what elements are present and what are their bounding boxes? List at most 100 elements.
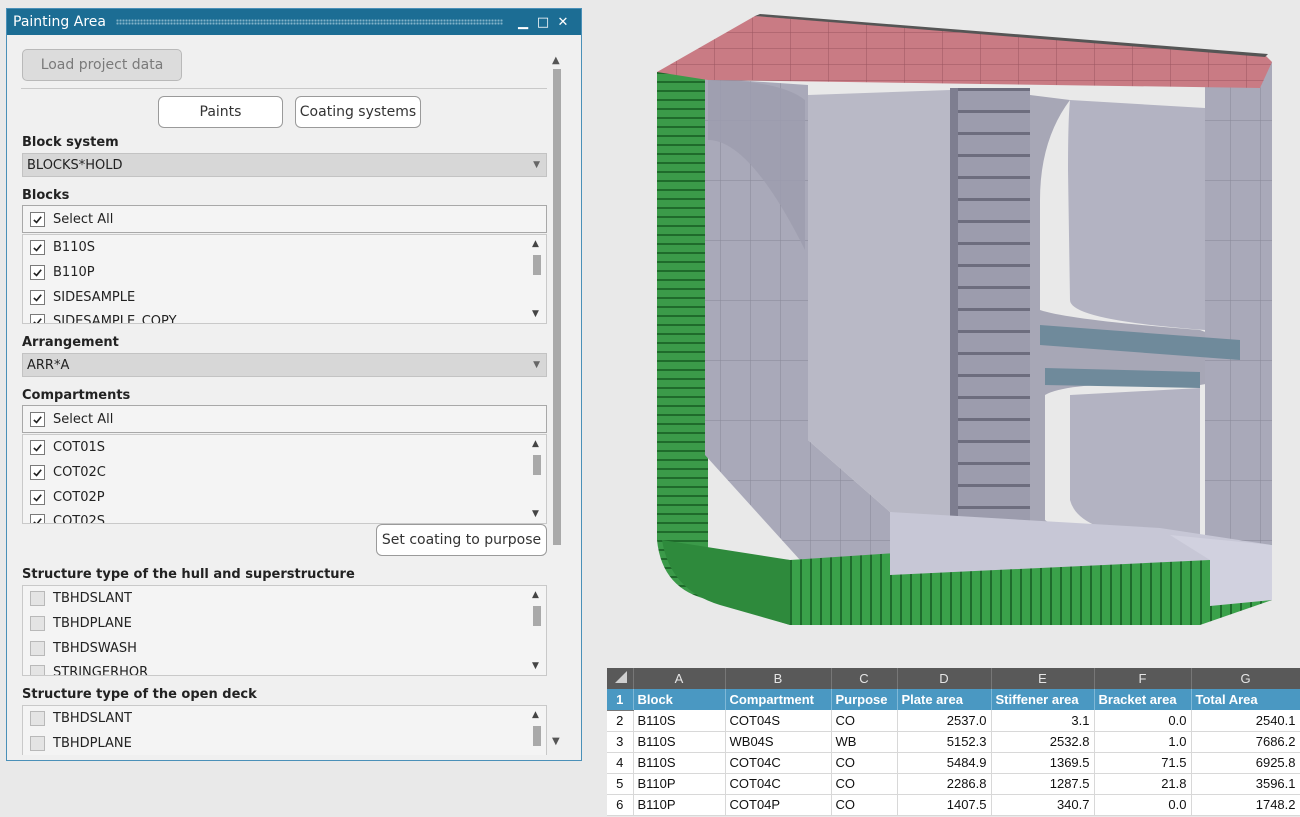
checkbox-icon[interactable] xyxy=(30,591,45,606)
cell[interactable]: CO xyxy=(831,794,898,816)
cell[interactable]: 2286.8 xyxy=(897,773,992,795)
header-cell[interactable]: Block xyxy=(633,689,726,710)
cell[interactable]: 7686.2 xyxy=(1191,731,1300,753)
close-icon[interactable]: ✕ xyxy=(553,15,573,30)
cell[interactable]: 3.1 xyxy=(991,710,1095,732)
list-item[interactable]: TBHDSWASH xyxy=(23,636,546,661)
list-item[interactable]: COT02P xyxy=(23,485,546,510)
cell[interactable]: CO xyxy=(831,752,898,774)
column-header[interactable]: F xyxy=(1094,668,1192,689)
scroll-down-icon[interactable]: ▼ xyxy=(552,736,560,747)
row-number[interactable]: 2 xyxy=(607,710,634,732)
cell[interactable]: 5484.9 xyxy=(897,752,992,774)
cell[interactable]: B110P xyxy=(633,773,726,795)
cell[interactable]: 1407.5 xyxy=(897,794,992,816)
cell[interactable]: WB xyxy=(831,731,898,753)
checkbox-checked-icon[interactable] xyxy=(30,265,45,280)
paints-button[interactable]: Paints xyxy=(158,96,283,128)
list-item[interactable]: SIDESAMPLE_COPY xyxy=(23,310,546,323)
select-all-corner[interactable] xyxy=(607,668,634,689)
column-header[interactable]: D xyxy=(897,668,992,689)
drag-grip[interactable] xyxy=(115,19,503,25)
header-cell[interactable]: Plate area xyxy=(897,689,992,710)
scroll-down-icon[interactable]: ▼ xyxy=(532,309,539,319)
maximize-icon[interactable]: □ xyxy=(533,15,553,30)
header-cell[interactable]: Total Area xyxy=(1191,689,1300,710)
row-number[interactable]: 6 xyxy=(607,794,634,816)
checkbox-icon[interactable] xyxy=(30,641,45,656)
compartments-select-all[interactable]: Select All xyxy=(22,405,547,433)
column-header[interactable]: G xyxy=(1191,668,1300,689)
checkbox-checked-icon[interactable] xyxy=(30,290,45,305)
column-header[interactable]: E xyxy=(991,668,1095,689)
column-header[interactable]: A xyxy=(633,668,726,689)
cell[interactable]: COT04C xyxy=(725,752,832,774)
column-header[interactable]: B xyxy=(725,668,832,689)
cell[interactable]: 2532.8 xyxy=(991,731,1095,753)
coating-systems-button[interactable]: Coating systems xyxy=(295,96,421,128)
header-cell[interactable]: Purpose xyxy=(831,689,898,710)
cell[interactable]: B110P xyxy=(633,794,726,816)
checkbox-checked-icon[interactable] xyxy=(30,440,45,455)
scroll-up-icon[interactable]: ▲ xyxy=(532,710,539,720)
scroll-down-icon[interactable]: ▼ xyxy=(532,509,539,519)
cell[interactable]: B110S xyxy=(633,752,726,774)
list-item[interactable]: TBHDSLANT xyxy=(23,586,546,611)
checkbox-checked-icon[interactable] xyxy=(30,465,45,480)
scrollbar-thumb[interactable] xyxy=(533,455,541,475)
checkbox-icon[interactable] xyxy=(30,736,45,751)
cell[interactable]: COT04P xyxy=(725,794,832,816)
cell[interactable]: 0.0 xyxy=(1094,710,1192,732)
list-scrollbar[interactable]: ▲ ▼ xyxy=(530,586,544,675)
cell[interactable]: 2540.1 xyxy=(1191,710,1300,732)
scroll-up-icon[interactable]: ▲ xyxy=(552,55,560,66)
cell[interactable]: 1748.2 xyxy=(1191,794,1300,816)
scroll-down-icon[interactable]: ▼ xyxy=(532,661,539,671)
cell[interactable]: 2537.0 xyxy=(897,710,992,732)
scrollbar-thumb[interactable] xyxy=(533,606,541,626)
load-project-data-button[interactable]: Load project data xyxy=(22,49,182,81)
scrollbar-thumb[interactable] xyxy=(553,69,561,545)
scrollbar-thumb[interactable] xyxy=(533,726,541,746)
list-item[interactable]: TBHDPLANE xyxy=(23,731,546,755)
row-number[interactable]: 3 xyxy=(607,731,634,753)
cell[interactable]: 1.0 xyxy=(1094,731,1192,753)
list-item[interactable]: COT02C xyxy=(23,460,546,485)
blocks-select-all[interactable]: Select All xyxy=(22,205,547,233)
scroll-up-icon[interactable]: ▲ xyxy=(532,239,539,249)
list-item[interactable]: SIDESAMPLE xyxy=(23,285,546,310)
cell[interactable]: B110S xyxy=(633,710,726,732)
list-scrollbar[interactable]: ▲ ▼ xyxy=(530,435,544,523)
row-number[interactable]: 1 xyxy=(607,689,634,711)
list-item[interactable]: COT01S xyxy=(23,435,546,460)
list-scrollbar[interactable]: ▲ xyxy=(530,706,544,755)
list-item[interactable]: B110P xyxy=(23,260,546,285)
cell[interactable]: CO xyxy=(831,773,898,795)
cell[interactable]: 0.0 xyxy=(1094,794,1192,816)
cell[interactable]: COT04C xyxy=(725,773,832,795)
scroll-up-icon[interactable]: ▲ xyxy=(532,590,539,600)
checkbox-checked-icon[interactable] xyxy=(30,211,45,227)
checkbox-icon[interactable] xyxy=(30,711,45,726)
header-cell[interactable]: Compartment xyxy=(725,689,832,710)
cell[interactable]: 6925.8 xyxy=(1191,752,1300,774)
cell[interactable]: COT04S xyxy=(725,710,832,732)
list-item[interactable]: TBHDSLANT xyxy=(23,706,546,731)
cell[interactable]: 3596.1 xyxy=(1191,773,1300,795)
minimize-icon[interactable]: ▁ xyxy=(513,15,533,30)
cell[interactable]: WB04S xyxy=(725,731,832,753)
cell[interactable]: 1369.5 xyxy=(991,752,1095,774)
checkbox-icon[interactable] xyxy=(30,616,45,631)
cell[interactable]: 5152.3 xyxy=(897,731,992,753)
cell[interactable]: 21.8 xyxy=(1094,773,1192,795)
arrangement-select[interactable]: ARR*A ▼ xyxy=(22,353,547,377)
list-item[interactable]: TBHDPLANE xyxy=(23,611,546,636)
scrollbar-thumb[interactable] xyxy=(533,255,541,275)
block-system-select[interactable]: BLOCKS*HOLD ▼ xyxy=(22,153,547,177)
checkbox-checked-icon[interactable] xyxy=(30,411,45,427)
scroll-up-icon[interactable]: ▲ xyxy=(532,439,539,449)
panel-scrollbar[interactable]: ▲ ▼ xyxy=(549,53,565,753)
checkbox-checked-icon[interactable] xyxy=(30,490,45,505)
list-item[interactable]: STRINGERHOR xyxy=(23,661,546,675)
header-cell[interactable]: Stiffener area xyxy=(991,689,1095,710)
